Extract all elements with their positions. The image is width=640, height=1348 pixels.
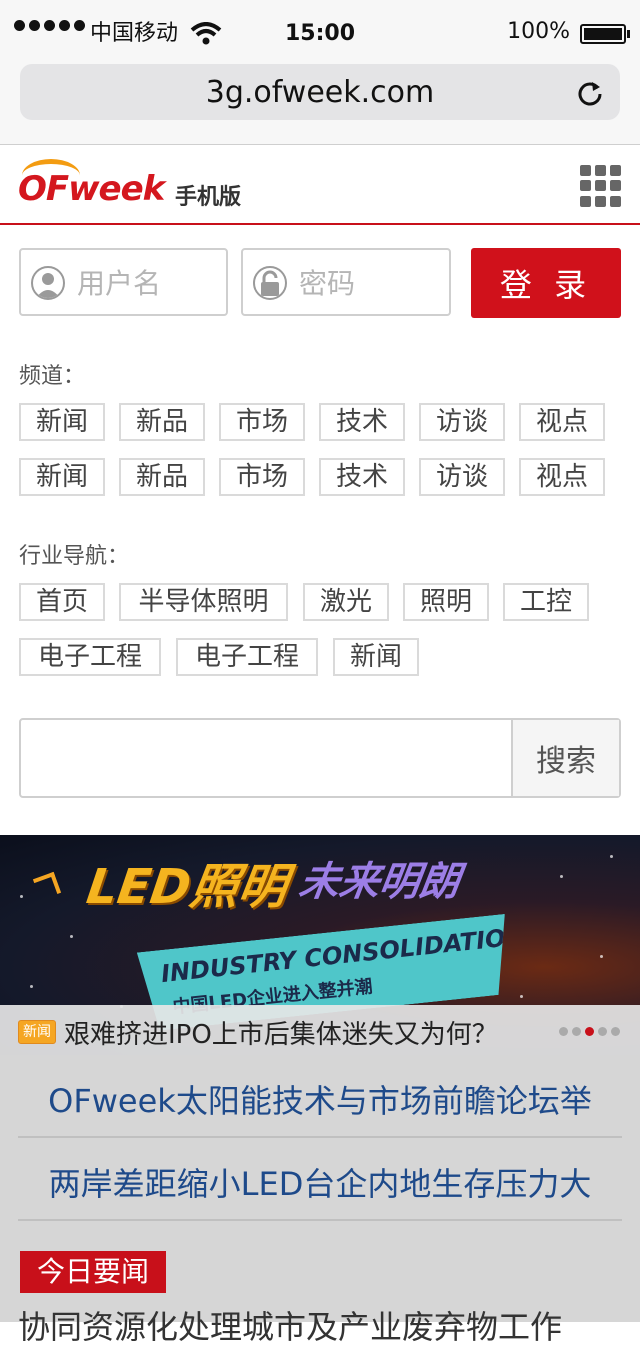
browser-toolbar: 3g.ofweek.com — [0, 56, 640, 145]
banner-arrow-icon — [32, 871, 62, 901]
url-text[interactable]: 3g.ofweek.com — [20, 76, 620, 110]
industry-tag[interactable]: 首页 — [19, 583, 105, 621]
channel-tag[interactable]: 新闻 — [19, 403, 105, 441]
search-bar: 搜索 — [19, 718, 621, 798]
slide-dot[interactable] — [559, 1027, 568, 1036]
channel-tag[interactable]: 新品 — [119, 458, 205, 496]
industry-tag[interactable]: 新闻 — [333, 638, 419, 676]
search-input[interactable] — [31, 730, 505, 788]
industry-tag[interactable]: 电子工程 — [176, 638, 318, 676]
address-bar[interactable]: 3g.ofweek.com — [20, 64, 620, 120]
status-bar: 中国移动 15:00 100% — [0, 0, 640, 56]
reload-icon[interactable] — [576, 78, 604, 106]
slide-dot[interactable] — [611, 1027, 620, 1036]
username-input[interactable] — [75, 262, 219, 304]
slide-dot-active[interactable] — [585, 1027, 594, 1036]
lock-icon — [253, 266, 287, 300]
channel-tag[interactable]: 技术 — [319, 458, 405, 496]
site-header: OFweek 手机版 — [0, 145, 640, 225]
slide-indicator[interactable] — [559, 1027, 620, 1036]
industry-tag[interactable]: 照明 — [403, 583, 489, 621]
industry-tag[interactable]: 半导体照明 — [119, 583, 288, 621]
channel-tag[interactable]: 技术 — [319, 403, 405, 441]
banner-title-accent: 未来明朗 — [296, 859, 463, 905]
channels-title: 频道： — [19, 364, 86, 389]
password-field[interactable] — [241, 248, 451, 316]
channel-tag[interactable]: 访谈 — [419, 403, 505, 441]
username-field[interactable] — [19, 248, 228, 316]
search-button[interactable]: 搜索 — [511, 720, 619, 796]
channel-tag[interactable]: 访谈 — [419, 458, 505, 496]
banner-caption-bar[interactable]: 新闻 艰难挤进IPO上市后集体迷失又为何？ — [0, 1005, 640, 1055]
logo-text: OFweek — [18, 169, 165, 209]
banner-caption[interactable]: 艰难挤进IPO上市后集体迷失又为何？ — [64, 1014, 498, 1051]
mobile-version-label: 手机版 — [175, 185, 242, 210]
industry-nav-title: 行业导航： — [19, 544, 130, 569]
industry-tag[interactable]: 电子工程 — [19, 638, 161, 676]
slide-dot[interactable] — [572, 1027, 581, 1036]
channel-tag[interactable]: 视点 — [519, 458, 605, 496]
channel-tag[interactable]: 市场 — [219, 403, 305, 441]
today-news-item[interactable]: 协同资源化处理城市及产业废弃物工作 — [18, 1302, 562, 1348]
channel-tag[interactable]: 市场 — [219, 458, 305, 496]
divider — [18, 1136, 622, 1138]
banner-title: LED照明 — [83, 859, 291, 915]
battery-icon — [580, 24, 630, 44]
news-badge: 新闻 — [18, 1020, 56, 1044]
login-button[interactable]: 登 录 — [471, 248, 621, 318]
user-icon — [31, 266, 65, 300]
channel-tag[interactable]: 新闻 — [19, 458, 105, 496]
headline-link[interactable]: OFweek太阳能技术与市场前瞻论坛举 — [18, 1076, 622, 1122]
password-input[interactable] — [297, 262, 441, 304]
today-news-badge: 今日要闻 — [20, 1251, 166, 1293]
industry-tag[interactable]: 工控 — [503, 583, 589, 621]
channel-tag[interactable]: 新品 — [119, 403, 205, 441]
industry-tag[interactable]: 激光 — [303, 583, 389, 621]
grid-menu-icon[interactable] — [580, 165, 622, 207]
battery-percentage: 100% — [507, 19, 570, 44]
divider — [18, 1219, 622, 1221]
slide-dot[interactable] — [598, 1027, 607, 1036]
headline-link[interactable]: 两岸差距缩小LED台企内地生存压力大 — [18, 1159, 622, 1205]
channel-tag[interactable]: 视点 — [519, 403, 605, 441]
